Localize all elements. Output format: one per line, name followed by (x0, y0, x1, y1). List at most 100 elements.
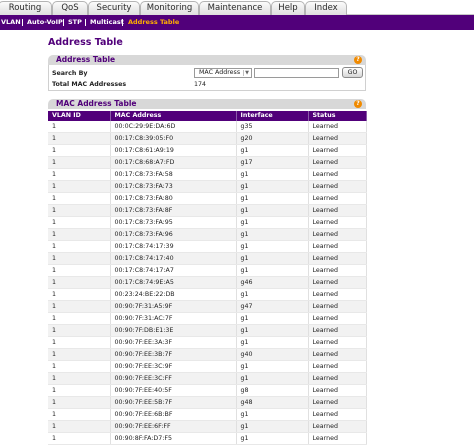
interface-cell: g1 (236, 288, 309, 302)
status-cell: Learned (308, 288, 367, 302)
help-icon[interactable]: ? (354, 56, 362, 64)
tab-index[interactable]: Index (305, 1, 347, 15)
address-table-section: Search By MAC Address ▼ GO Total MAC Add… (48, 65, 366, 91)
tab-routing[interactable]: Routing (0, 1, 52, 15)
mac-address-cell: 00:17:C8:74:9E:A5 (110, 276, 237, 290)
table-row: 1 00:17:C8:73:FA:8F g1 Learned (48, 204, 367, 218)
mac-address-cell: 00:0C:29:9E:DA:6D (110, 121, 237, 134)
subnav-divider (63, 19, 64, 26)
interface-cell: g47 (236, 300, 309, 314)
subnav-auto-voip[interactable]: Auto-VoIP (27, 15, 63, 30)
status-cell: Learned (308, 396, 367, 410)
table-row: 1 00:17:C8:68:A7:FD g17 Learned (48, 156, 367, 170)
status-cell: Learned (308, 360, 367, 374)
search-by-select[interactable]: MAC Address ▼ (194, 68, 252, 78)
subnav-multicast[interactable]: Multicast (90, 15, 124, 30)
vlan-id-cell: 1 (48, 204, 111, 218)
mac-address-cell: 00:17:C8:73:FA:8F (110, 204, 237, 218)
status-cell: Learned (308, 216, 367, 230)
search-input[interactable] (254, 68, 339, 78)
subnav-address-table[interactable]: Address Table (128, 15, 179, 30)
table-row: 1 00:90:7F:31:A5:9F g47 Learned (48, 300, 367, 314)
vlan-id-cell: 1 (48, 288, 111, 302)
column-header-status[interactable]: Status (308, 111, 367, 121)
subnav-divider (122, 19, 123, 26)
total-mac-label: Total MAC Addresses (52, 81, 127, 88)
interface-cell: g1 (236, 216, 309, 230)
status-cell: Learned (308, 156, 367, 170)
interface-cell: g1 (236, 144, 309, 158)
chevron-down-icon: ▼ (243, 70, 250, 76)
mac-address-cell: 00:17:C8:74:17:39 (110, 240, 237, 254)
tab-security[interactable]: Security (88, 1, 140, 15)
help-icon[interactable]: ? (354, 100, 362, 108)
interface-cell: g35 (236, 121, 309, 134)
mac-address-cell: 00:17:C8:61:A9:19 (110, 144, 237, 158)
mac-address-cell: 00:90:7F:31:AC:7F (110, 312, 237, 326)
vlan-id-cell: 1 (48, 180, 111, 194)
vlan-id-cell: 1 (48, 396, 111, 410)
table-row: 1 00:90:7F:EE:5B:7F g48 Learned (48, 396, 367, 410)
total-mac-value: 174 (194, 81, 207, 88)
vlan-id-cell: 1 (48, 384, 111, 398)
vlan-id-cell: 1 (48, 324, 111, 338)
subnav-stp[interactable]: STP (68, 15, 82, 30)
table-row: 1 00:90:7F:EE:3C:9F g1 Learned (48, 360, 367, 374)
mac-address-cell: 00:17:C8:39:05:F0 (110, 132, 237, 146)
mac-address-cell: 00:17:C8:73:FA:73 (110, 180, 237, 194)
subnav-divider (85, 19, 86, 26)
tab-help[interactable]: Help (271, 1, 305, 15)
table-row: 1 00:90:7F:EE:3A:3F g1 Learned (48, 336, 367, 350)
interface-cell: g48 (236, 396, 309, 410)
tab-qos[interactable]: QoS (52, 1, 88, 15)
table-row: 1 00:17:C8:73:FA:95 g1 Learned (48, 216, 367, 230)
mac-address-cell: 00:17:C8:68:A7:FD (110, 156, 237, 170)
mac-address-cell: 00:17:C8:73:FA:80 (110, 192, 237, 206)
subnav-vlan[interactable]: VLAN (1, 15, 21, 30)
interface-cell: g1 (236, 192, 309, 206)
status-cell: Learned (308, 336, 367, 350)
status-cell: Learned (308, 264, 367, 278)
mac-address-cell: 00:90:7F:EE:3B:7F (110, 348, 237, 362)
go-button[interactable]: GO (342, 67, 363, 78)
interface-cell: g1 (236, 408, 309, 422)
column-header-interface[interactable]: Interface (236, 111, 309, 121)
vlan-id-cell: 1 (48, 240, 111, 254)
interface-cell: g1 (236, 168, 309, 182)
mac-address-cell: 00:17:C8:74:17:40 (110, 252, 237, 266)
status-cell: Learned (308, 132, 367, 146)
table-row: 1 00:90:7F:DB:E1:3E g1 Learned (48, 324, 367, 338)
interface-cell: g1 (236, 336, 309, 350)
vlan-id-cell: 1 (48, 192, 111, 206)
search-by-value: MAC Address (199, 69, 241, 76)
vlan-id-cell: 1 (48, 264, 111, 278)
status-cell: Learned (308, 408, 367, 422)
table-row: 1 00:90:7F:EE:6B:BF g1 Learned (48, 408, 367, 422)
interface-cell: g1 (236, 324, 309, 338)
mac-address-cell: 00:90:7F:EE:3A:3F (110, 336, 237, 350)
tab-monitoring[interactable]: Monitoring (140, 1, 199, 15)
mac-address-cell: 00:90:7F:EE:5B:7F (110, 396, 237, 410)
top-nav: Routing QoS Security Monitoring Maintena… (0, 0, 474, 15)
mac-address-cell: 00:90:7F:EE:40:5F (110, 384, 237, 398)
column-header-mac-address[interactable]: MAC Address (110, 111, 237, 121)
tab-maintenance[interactable]: Maintenance (199, 1, 271, 15)
table-row: 1 00:17:C8:61:A9:19 g1 Learned (48, 144, 367, 158)
column-header-vlan-id[interactable]: VLAN ID (48, 111, 111, 121)
interface-cell: g1 (236, 372, 309, 386)
vlan-id-cell: 1 (48, 276, 111, 290)
mac-address-cell: 00:90:7F:EE:6B:BF (110, 408, 237, 422)
status-cell: Learned (308, 372, 367, 386)
status-cell: Learned (308, 276, 367, 290)
interface-cell: g1 (236, 420, 309, 434)
status-cell: Learned (308, 432, 367, 445)
mac-address-cell: 00:17:C8:73:FA:96 (110, 228, 237, 242)
table-row: 1 00:17:C8:39:05:F0 g20 Learned (48, 132, 367, 146)
mac-address-cell: 00:90:7F:31:A5:9F (110, 300, 237, 314)
vlan-id-cell: 1 (48, 348, 111, 362)
vlan-id-cell: 1 (48, 432, 111, 445)
mac-table-section-header: MAC Address Table ? (48, 99, 366, 109)
interface-cell: g1 (236, 228, 309, 242)
interface-cell: g1 (236, 180, 309, 194)
mac-address-cell: 00:17:C8:73:FA:95 (110, 216, 237, 230)
